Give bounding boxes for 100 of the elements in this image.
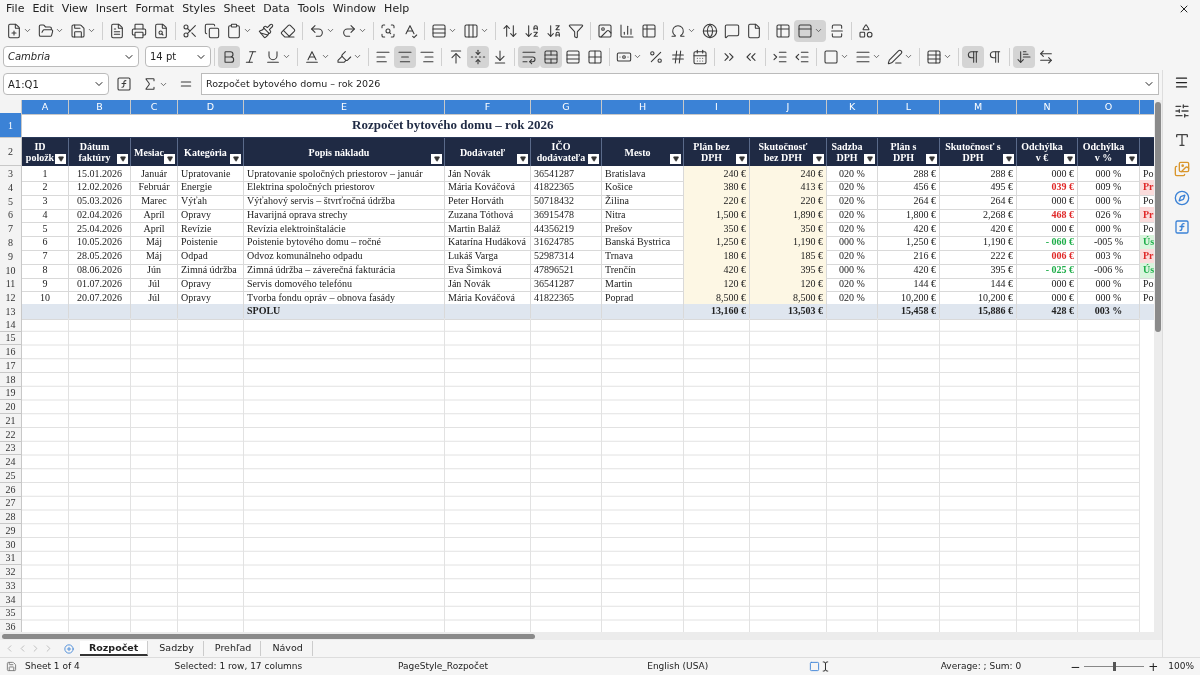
functions-icon[interactable]: [1173, 219, 1190, 235]
menu-item[interactable]: Data: [259, 0, 294, 18]
filter-button[interactable]: [926, 154, 937, 164]
row-number[interactable]: 32: [0, 565, 22, 579]
table-cell: [69, 303, 131, 320]
menu-item[interactable]: Insert: [91, 0, 132, 18]
formula-input[interactable]: Rozpočet bytového domu – rok 2026: [201, 73, 1159, 95]
menu-item[interactable]: Styles: [178, 0, 220, 18]
filter-button[interactable]: [517, 154, 528, 164]
close-icon[interactable]: [1178, 3, 1190, 15]
column-letter[interactable]: J: [750, 100, 827, 116]
sheet-tab[interactable]: Návod: [263, 641, 313, 656]
row-number[interactable]: 25: [0, 469, 22, 483]
column-letter[interactable]: L: [878, 100, 940, 116]
table-cell: 144 €: [878, 276, 940, 293]
filter-button[interactable]: [117, 154, 128, 164]
table-cell: [1140, 303, 1154, 320]
column-letter[interactable]: C: [131, 100, 178, 116]
menu-item[interactable]: File: [2, 0, 29, 18]
column-letter[interactable]: B: [69, 100, 131, 116]
row-number[interactable]: 24: [0, 455, 22, 469]
table-cell: Zimná údržba – záverečná fakturácia: [244, 262, 445, 279]
column-letter[interactable]: G: [531, 100, 602, 116]
row-number[interactable]: 21: [0, 414, 22, 428]
zoom-out-button[interactable]: −: [1070, 657, 1081, 675]
menu-item[interactable]: Tools: [293, 0, 329, 18]
column-letter[interactable]: M: [940, 100, 1017, 116]
align-middle-button[interactable]: [467, 45, 489, 68]
table-cell: Január: [131, 166, 178, 182]
menu-item[interactable]: Format: [131, 0, 179, 18]
paste-icon: [226, 22, 242, 39]
filter-button[interactable]: [813, 154, 824, 164]
column-letter[interactable]: H: [602, 100, 684, 116]
menu-icon[interactable]: [1174, 75, 1189, 90]
filter-button[interactable]: [1064, 154, 1075, 164]
column-letter[interactable]: O: [1078, 100, 1140, 116]
row-number[interactable]: 36: [0, 620, 22, 632]
merge-center-button[interactable]: [540, 45, 562, 68]
filter-button[interactable]: [1126, 154, 1137, 164]
row-number[interactable]: 33: [0, 579, 22, 593]
filter-button[interactable]: [1003, 154, 1014, 164]
filter-button[interactable]: [55, 154, 66, 164]
zoom-in-button[interactable]: +: [1148, 657, 1159, 675]
table-cell: 000 €: [1017, 166, 1078, 182]
zoom-thumb[interactable]: [1113, 662, 1117, 671]
styles-icon[interactable]: [1173, 132, 1190, 148]
filter-button[interactable]: [864, 154, 875, 164]
filter-button[interactable]: [164, 154, 175, 164]
font-name-field[interactable]: Cambria: [3, 46, 139, 67]
menu-item[interactable]: Sheet: [219, 0, 260, 18]
row-number[interactable]: 28: [0, 510, 22, 524]
column-letter[interactable]: N: [1017, 100, 1078, 116]
table-cell: 44356219: [531, 221, 602, 238]
name-box[interactable]: A1:Q1: [3, 73, 109, 95]
table-cell: Mária Kováčová: [445, 179, 531, 196]
font-size-field[interactable]: 14 pt: [145, 46, 211, 67]
align-center-button[interactable]: [394, 45, 416, 68]
filter-button[interactable]: [431, 154, 442, 164]
menu-item[interactable]: View: [57, 0, 92, 18]
freeze-button[interactable]: [794, 19, 826, 42]
menu-item[interactable]: Edit: [28, 0, 58, 18]
row-number[interactable]: 29: [0, 524, 22, 538]
column-letter[interactable]: A: [22, 100, 69, 116]
filter-button[interactable]: [588, 154, 599, 164]
filter-button[interactable]: [230, 154, 241, 164]
table-cell: 006 €: [1017, 248, 1078, 265]
caret-icon: [1005, 156, 1012, 162]
row-number[interactable]: 17: [0, 359, 22, 373]
row-number[interactable]: 20: [0, 400, 22, 414]
sheet-tab[interactable]: Prehľad: [205, 641, 262, 656]
row-number[interactable]: 1: [0, 113, 22, 138]
vertical-scrollbar[interactable]: [1154, 100, 1162, 632]
properties-icon[interactable]: [1173, 103, 1190, 119]
column-letter[interactable]: [1140, 100, 1154, 116]
row-number[interactable]: 16: [0, 345, 22, 359]
sheet-tab[interactable]: Sadzby: [150, 641, 204, 656]
table-cell: 000 %: [827, 262, 878, 279]
menu-item[interactable]: Help: [380, 0, 414, 18]
column-letter[interactable]: E: [244, 100, 445, 116]
filter-button[interactable]: [670, 154, 681, 164]
left-to-right-button[interactable]: [962, 45, 984, 68]
table-cell: Marec: [131, 193, 178, 210]
sort-descending-icon: [546, 22, 562, 39]
navigator-icon[interactable]: [1173, 190, 1190, 206]
table-cell: [178, 303, 244, 320]
stacked-text-button[interactable]: [1013, 45, 1035, 68]
menu-item[interactable]: Window: [328, 0, 381, 18]
filter-button[interactable]: [736, 154, 747, 164]
bold-button[interactable]: [218, 45, 240, 68]
sheet-tab[interactable]: Rozpočet: [80, 641, 149, 656]
column-letter[interactable]: F: [445, 100, 531, 116]
row-number[interactable]: 2: [0, 138, 22, 166]
column-letter[interactable]: D: [178, 100, 244, 116]
wrap-text-button[interactable]: [518, 45, 540, 68]
zoom-slider[interactable]: [1084, 662, 1145, 671]
column-letter[interactable]: I: [684, 100, 750, 116]
column-title: Sadzba DPH: [830, 141, 864, 163]
horizontal-scrollbar[interactable]: [0, 632, 1162, 640]
table-cell: Zimná údržba: [178, 262, 244, 279]
column-letter[interactable]: K: [827, 100, 878, 116]
